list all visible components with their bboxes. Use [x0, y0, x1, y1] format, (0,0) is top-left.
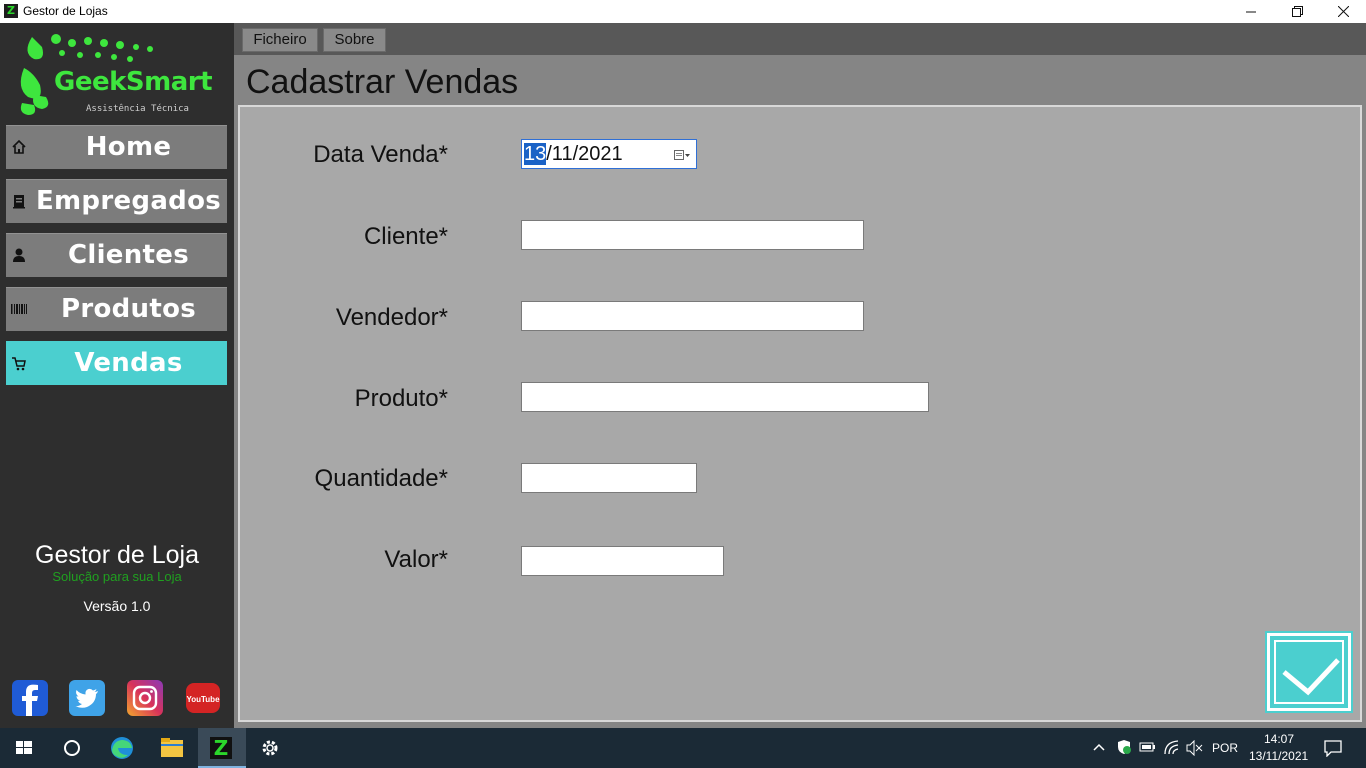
youtube-label: YouTube	[186, 695, 220, 704]
notification-icon[interactable]	[1324, 739, 1342, 757]
minimize-icon	[1246, 11, 1256, 13]
start-button[interactable]	[0, 728, 48, 768]
cliente-label: Cliente*	[363, 223, 448, 250]
facebook-button[interactable]	[12, 680, 48, 716]
sidebar-item-clientes[interactable]: Clientes	[6, 233, 227, 277]
vendedor-input[interactable]	[521, 301, 864, 331]
close-icon	[1337, 5, 1349, 18]
confirm-button-frame	[1274, 640, 1344, 704]
sidebar: GeekSmart Assistência Técnica Home Empre…	[0, 23, 234, 728]
language-indicator[interactable]: POR	[1212, 741, 1238, 755]
twitter-icon	[75, 688, 98, 708]
produto-label: Produto*	[354, 385, 448, 412]
checkmark-icon	[1282, 658, 1340, 696]
quantidade-label: Quantidade*	[314, 465, 448, 492]
instagram-button[interactable]	[127, 680, 163, 716]
instagram-icon	[132, 685, 158, 711]
search-circle-icon	[64, 740, 80, 756]
menu-sobre[interactable]: Sobre	[323, 28, 386, 52]
badge-icon	[13, 195, 25, 209]
search-button[interactable]	[48, 728, 96, 768]
sidebar-item-label: Empregados	[35, 186, 222, 216]
wifi-icon[interactable]	[1163, 738, 1181, 756]
main-content: Ficheiro Sobre Cadastrar Vendas Data Ven…	[234, 23, 1366, 728]
restore-button[interactable]	[1274, 0, 1320, 23]
battery-icon[interactable]	[1139, 741, 1157, 753]
date-rest: /11/2021	[546, 143, 623, 165]
calendar-dropdown-icon[interactable]	[674, 149, 690, 161]
date-label: Data Venda*	[313, 141, 448, 168]
produto-input[interactable]	[521, 382, 929, 412]
minimize-button[interactable]	[1228, 0, 1274, 23]
menu-ficheiro[interactable]: Ficheiro	[242, 28, 318, 52]
user-icon	[13, 248, 25, 262]
valor-input[interactable]	[521, 546, 724, 576]
windows-start-icon	[16, 741, 32, 754]
sidebar-item-label: Vendas	[74, 348, 183, 378]
settings-button[interactable]	[248, 728, 296, 768]
geeksmart-logo: GeekSmart Assistência Técnica	[14, 33, 226, 115]
sale-date-picker[interactable]: 13/11/2021	[521, 139, 697, 169]
svg-text:Z: Z	[214, 736, 229, 760]
app-logo-icon: Z	[4, 4, 18, 18]
taskbar: Z POR 14:07 13/11/2021	[0, 728, 1366, 768]
file-explorer-icon	[161, 738, 183, 757]
cart-icon	[12, 357, 26, 371]
confirm-button[interactable]	[1265, 631, 1353, 713]
sidebar-item-produtos[interactable]: Produtos	[6, 287, 227, 331]
restore-icon	[1291, 6, 1303, 17]
volume-muted-icon[interactable]	[1186, 740, 1204, 756]
app-version: Versão 1.0	[83, 598, 151, 614]
edge-icon	[111, 737, 133, 759]
quantidade-input[interactable]	[521, 463, 697, 493]
clock-date[interactable]: 13/11/2021	[1249, 749, 1308, 763]
valor-label: Valor*	[384, 546, 448, 573]
settings-gear-icon	[262, 740, 278, 756]
edge-button[interactable]	[98, 728, 146, 768]
geeksmart-app-icon: Z	[210, 736, 232, 760]
geeksmart-app-button[interactable]: Z	[198, 728, 246, 768]
window-titlebar: Z Gestor de Lojas	[0, 0, 1366, 23]
security-shield-icon[interactable]	[1116, 739, 1132, 755]
close-button[interactable]	[1320, 0, 1366, 23]
menu-bar: Ficheiro Sobre	[234, 23, 1366, 55]
barcode-icon	[11, 304, 27, 314]
clock-time[interactable]: 14:07	[1262, 732, 1296, 746]
youtube-icon: YouTube	[186, 695, 220, 704]
cliente-input[interactable]	[521, 220, 864, 250]
logo-tagline: Assistência Técnica	[86, 104, 189, 114]
sidebar-item-home[interactable]: Home	[6, 125, 227, 169]
page-title: Cadastrar Vendas	[246, 63, 519, 101]
logo-wordmark: GeekSmart	[54, 67, 213, 97]
chevron-up-icon[interactable]	[1092, 740, 1106, 754]
twitter-button[interactable]	[69, 680, 105, 716]
date-day-selected: 13	[524, 143, 547, 165]
sidebar-item-vendas[interactable]: Vendas	[6, 341, 227, 385]
file-explorer-button[interactable]	[148, 728, 196, 768]
sale-form: Data Venda* 13/11/2021 Cliente* Vendedor…	[238, 105, 1362, 722]
facebook-icon	[22, 684, 38, 716]
youtube-button[interactable]: YouTube	[186, 683, 220, 713]
sidebar-item-empregados[interactable]: Empregados	[6, 179, 227, 223]
vendedor-label: Vendedor*	[335, 304, 448, 331]
window-title: Gestor de Lojas	[23, 4, 108, 18]
home-icon	[12, 139, 26, 154]
